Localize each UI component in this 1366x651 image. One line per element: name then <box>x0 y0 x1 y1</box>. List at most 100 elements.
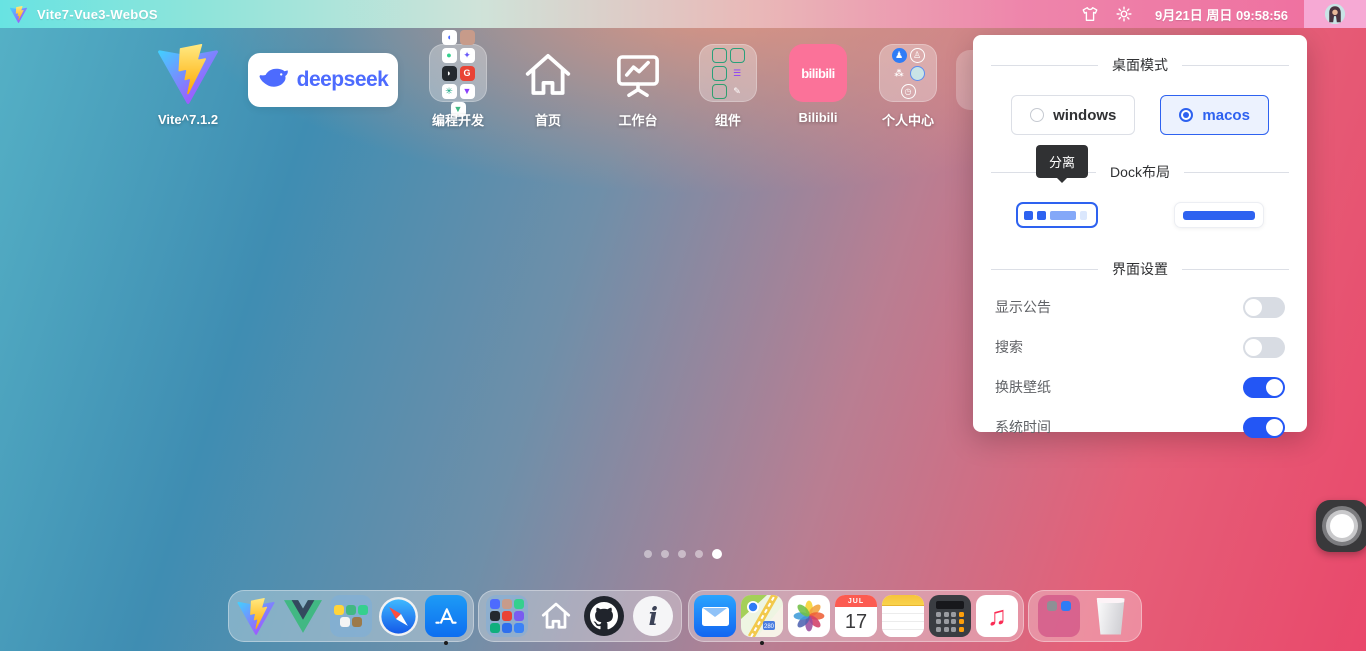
deepseek-logo-text: deepseek <box>297 68 389 92</box>
mini-app-icon <box>334 605 344 615</box>
dock-vite-icon[interactable] <box>235 595 277 637</box>
dock-layout-square <box>1024 211 1033 220</box>
mini-app-icon <box>490 611 500 621</box>
skin-shirt-icon[interactable] <box>1073 0 1107 28</box>
mini-app-icon <box>340 617 350 627</box>
mini-app-icon <box>514 599 524 609</box>
dock-settings-folder-icon[interactable] <box>1038 595 1080 637</box>
home-icon <box>520 48 576 102</box>
toggle-row-search: 搜索 <box>973 327 1307 367</box>
deepseek-whale-icon <box>258 68 290 92</box>
dock-photos-icon[interactable] <box>788 595 830 637</box>
svg-text:280: 280 <box>764 624 775 630</box>
dock-calendar-icon[interactable]: JUL 17 <box>835 595 877 637</box>
desktop-mode-macos-label: macos <box>1202 107 1250 124</box>
mini-pencil-icon: ✎ <box>730 84 745 99</box>
assistive-touch-button[interactable] <box>1316 500 1366 552</box>
desktop-mode-macos-button[interactable]: macos <box>1160 95 1269 135</box>
dev-folder-tile: ◖ ● ✦ ◗ G ✳ ▼ ▼ <box>429 44 487 102</box>
mini-blue-spiral-icon: ✦ <box>460 48 475 63</box>
page-dot-5-active[interactable] <box>712 549 722 559</box>
mini-app-icon <box>502 599 512 609</box>
toggle-row-wallpaper: 换肤壁纸 <box>973 367 1307 407</box>
settings-gear-icon[interactable] <box>1107 0 1141 28</box>
running-indicator-dot <box>760 641 764 645</box>
desktop-icon-label: 首页 <box>535 110 561 129</box>
toggle-label: 搜索 <box>995 337 1023 357</box>
announcement-toggle[interactable] <box>1243 297 1285 318</box>
mini-app-icon <box>502 611 512 621</box>
dock-group-4 <box>1028 590 1142 642</box>
dock-maps-icon[interactable]: 280 <box>741 595 783 637</box>
dock-vue-icon[interactable] <box>282 595 324 637</box>
desktop-mode-windows-button[interactable]: windows <box>1011 95 1135 135</box>
desktop-icon-label: Vite^7.1.2 <box>158 112 218 127</box>
mini-github-icon: ◗ <box>442 66 457 81</box>
dock-home-icon[interactable] <box>535 595 577 637</box>
desktop-icon-user-center[interactable]: ♟ ♙ ⁂ ◷ 个人中心 <box>868 44 948 129</box>
mini-form-icon <box>712 84 727 99</box>
calendar-month: JUL <box>835 595 877 607</box>
mini-gear-app-icon <box>1047 601 1057 611</box>
mini-card-app-icon <box>1061 601 1071 611</box>
top-bar: Vite7-Vue3-WebOS 9月21日 周日 09:58:56 <box>0 0 1366 28</box>
user-avatar[interactable] <box>1304 0 1366 28</box>
desktop-icon-home[interactable]: 首页 <box>508 48 588 129</box>
dock-safari-icon[interactable] <box>378 595 420 637</box>
system-datetime[interactable]: 9月21日 周日 09:58:56 <box>1141 5 1304 24</box>
mini-avatar-icon <box>460 30 475 45</box>
mini-list-icon: ☰ <box>730 66 745 81</box>
mini-table-icon <box>712 66 727 81</box>
page-indicator <box>644 549 722 559</box>
interface-toggles: 显示公告 搜索 换肤壁纸 系统时间 <box>973 287 1307 447</box>
mini-app-icon <box>358 605 368 615</box>
desktop-icon-workbench[interactable]: 工作台 <box>598 48 678 129</box>
dock-layout-merged-option[interactable] <box>1174 202 1264 228</box>
page-dot-2[interactable] <box>661 550 669 558</box>
toggle-label: 系统时间 <box>995 417 1051 437</box>
desktop-stage: Vite7-Vue3-WebOS 9月21日 周日 09:58:56 <box>0 0 1366 651</box>
wallpaper-toggle[interactable] <box>1243 377 1285 398</box>
components-folder-tile: ☰ ✎ <box>699 44 757 102</box>
desktop-icon-vite[interactable]: Vite^7.1.2 <box>148 44 228 127</box>
calendar-day: 17 <box>835 607 877 637</box>
system-time-toggle[interactable] <box>1243 417 1285 438</box>
desktop-icon-dev-folder[interactable]: ◖ ● ✦ ◗ G ✳ ▼ ▼ 编程开发 <box>418 44 498 129</box>
dock-calculator-icon[interactable] <box>929 595 971 637</box>
dock-mail-icon[interactable] <box>694 595 736 637</box>
desktop-icon-bilibili[interactable]: bilibili Bilibili <box>778 44 858 125</box>
dock-layout-split-option[interactable] <box>1016 202 1098 228</box>
dock-notes-icon[interactable] <box>882 595 924 637</box>
desktop-icon-label: 个人中心 <box>882 110 934 129</box>
dock-group-2: i <box>478 590 682 642</box>
dock-app-store-icon[interactable] <box>425 595 467 637</box>
toggle-row-announcement: 显示公告 <box>973 287 1307 327</box>
page-dot-4[interactable] <box>695 550 703 558</box>
mini-g-icon: G <box>460 66 475 81</box>
dock-apps-folder-icon[interactable] <box>330 595 372 637</box>
dock-github-icon[interactable] <box>583 595 625 637</box>
radio-checked-icon <box>1179 108 1193 122</box>
dock-layout-tooltip: 分离 <box>1036 145 1088 178</box>
dock-music-icon[interactable]: ♫ <box>976 595 1018 637</box>
settings-panel: 桌面模式 windows macos 分离 Dock布局 <box>973 35 1307 432</box>
bilibili-logo-text: bilibili <box>801 66 835 81</box>
desktop-icon-components[interactable]: ☰ ✎ 组件 <box>688 44 768 129</box>
mini-vite-icon: ▼ <box>460 84 475 99</box>
mini-app-icon <box>352 617 362 627</box>
toggle-label: 显示公告 <box>995 297 1051 317</box>
mini-app-icon <box>346 605 356 615</box>
page-dot-3[interactable] <box>678 550 686 558</box>
mini-group-icon: ⁂ <box>892 66 907 81</box>
page-dot-1[interactable] <box>644 550 652 558</box>
search-toggle[interactable] <box>1243 337 1285 358</box>
dock-group-1 <box>228 590 474 642</box>
user-center-folder-tile: ♟ ♙ ⁂ ◷ <box>879 44 937 102</box>
desktop-icon-deepseek[interactable]: deepseek <box>248 53 398 107</box>
mini-openai-icon: ✳ <box>442 84 457 99</box>
mini-app-icon <box>490 599 500 609</box>
dock-info-icon[interactable]: i <box>632 595 674 637</box>
dock-dev-folder-icon[interactable] <box>486 595 528 637</box>
dock-trash-icon[interactable] <box>1090 595 1132 637</box>
dock-layout-merged-bar <box>1183 211 1255 220</box>
